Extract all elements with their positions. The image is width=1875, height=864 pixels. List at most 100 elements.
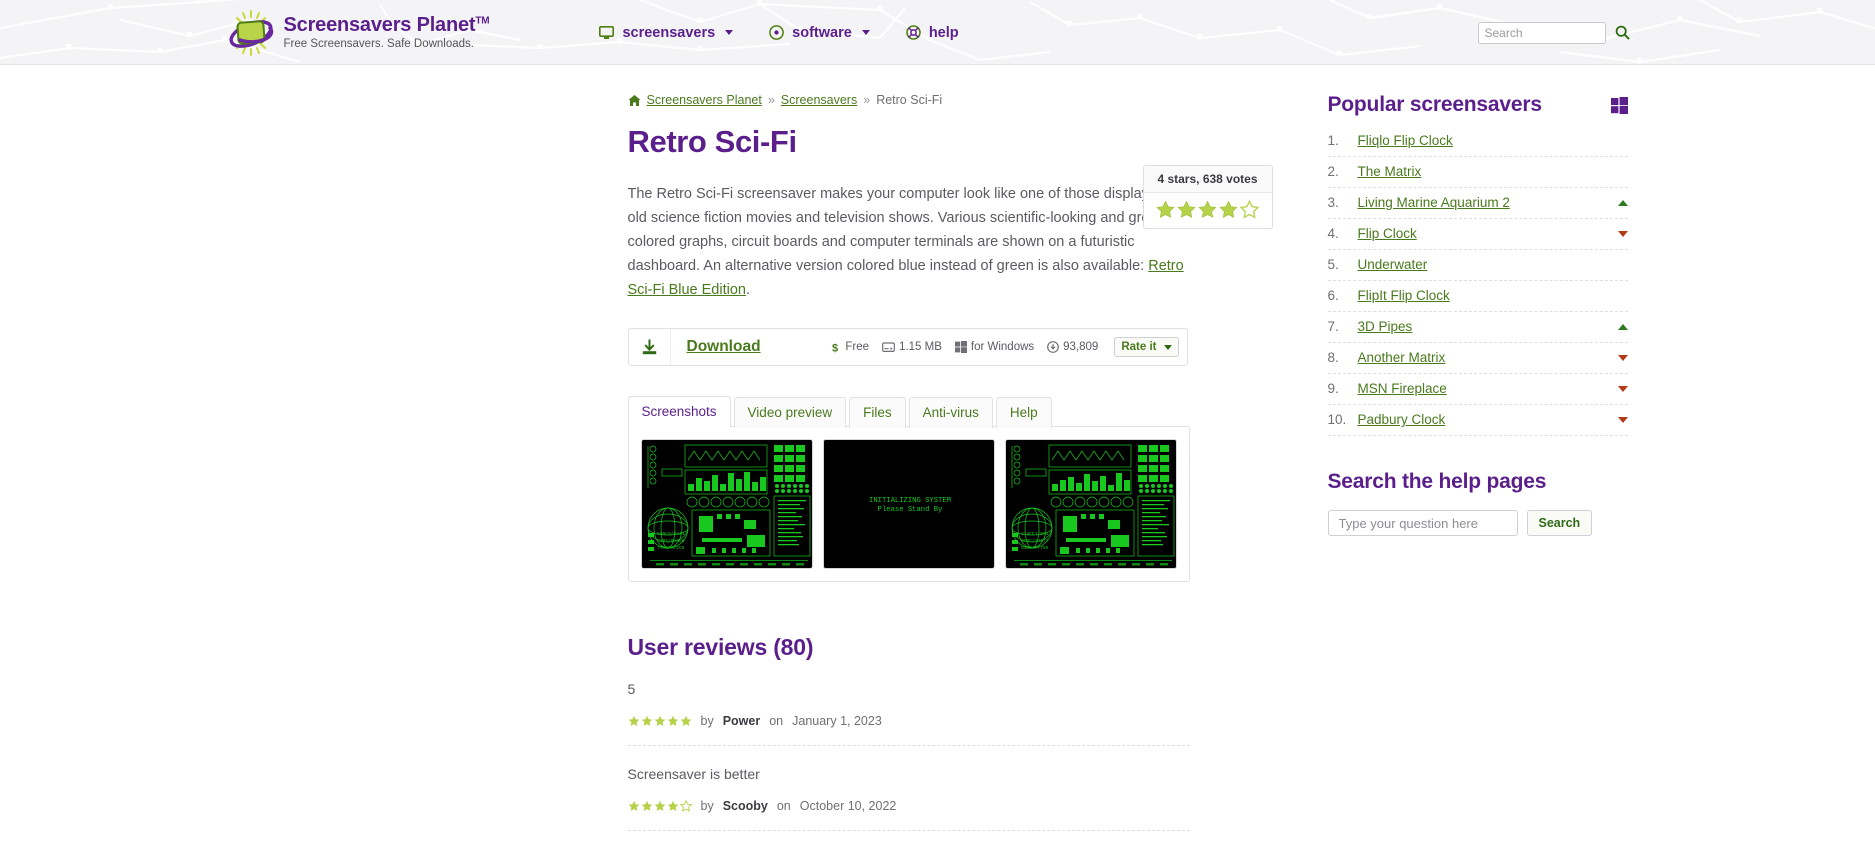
rank-number: 2. [1327,164,1339,179]
screensaver-link[interactable]: MSN Fireplace [1358,381,1447,396]
tab-anti-virus[interactable]: Anti-virus [908,397,993,428]
tab-help[interactable]: Help [995,397,1052,428]
star-filled-icon [641,715,652,726]
list-item[interactable]: 4. Flip Clock [1327,219,1628,250]
nav-item-help[interactable]: help [906,25,959,41]
rank-number: 3. [1327,195,1339,210]
screensaver-link[interactable]: Fliqlo Flip Clock [1358,133,1453,148]
list-item[interactable]: 9. MSN Fireplace [1327,374,1628,405]
home-icon [628,94,640,106]
header-search [1477,21,1630,44]
rating-box: 4 stars, 638 votes [1142,165,1273,229]
list-item[interactable]: 3. Living Marine Aquarium 2 [1327,188,1628,219]
review-date: October 10, 2022 [799,799,897,813]
review-byline: by Power on January 1, 2023 [628,714,1190,728]
tab-video-preview[interactable]: Video preview [733,397,847,428]
svg-text:77A8FA/2C6: 77A8FA/2C6 [657,545,685,551]
popular-screensavers-list: 1. Fliqlo Flip Clock 2. The Matrix 3. Li… [1327,131,1628,436]
screensaver-link[interactable]: Underwater [1358,257,1428,272]
list-item[interactable]: 7. 3D Pipes [1327,312,1628,343]
rank-number: 8. [1327,350,1339,365]
review-by-prefix: by [700,714,714,728]
review-author: Power [722,714,761,728]
rating-summary: 4 stars, 638 votes [1143,166,1272,193]
help-search-title: Search the help pages [1327,470,1547,493]
brand-logo[interactable]: Screensavers PlanetTM Free Screensavers.… [228,9,490,56]
download-bar: Download $ Free 1.15 MB for Windows 93,8… [627,328,1188,366]
review-by-prefix: by [700,799,714,813]
review-author: Scooby [722,799,768,813]
brand-title: Screensavers PlanetTM [283,14,490,37]
help-search-field[interactable] [1327,510,1518,536]
star-filled-icon [667,715,678,726]
trend-up-icon [1617,199,1628,206]
star-filled-icon [641,800,652,811]
screenshot-thumbnail-2[interactable]: INITIALIZING SYSTEM Please Stand By [822,439,995,569]
star-filled-icon [628,715,639,726]
magnifier-icon[interactable] [1615,25,1630,40]
popular-screensavers-header: Popular screensavers [1328,93,1628,117]
breadcrumb-link-screensavers[interactable]: Screensavers [781,93,857,107]
rate-it-label: Rate it [1121,341,1157,353]
star-filled-icon [1198,200,1217,218]
download-count-icon [1047,341,1060,353]
star-empty-icon [1240,200,1259,219]
svg-text:214FE1/801: 214FE1/801 [1021,531,1049,537]
svg-text:AC8C/24277: AC8C/24277 [1021,538,1049,544]
review-byline: by Scooby on October 10, 2022 [628,799,1190,813]
tab-files[interactable]: Files [849,397,906,428]
boot-line-1: INITIALIZING SYSTEM [869,497,951,505]
reviews-heading: User reviews (80) [627,634,814,660]
page-title: Retro Sci-Fi [627,124,798,159]
screensaver-link[interactable]: Flip Clock [1358,226,1417,241]
download-link[interactable]: Download [687,338,761,356]
windows-icon [954,341,967,353]
screenshot-thumbnail-3[interactable]: 214FE1/801 AC8C/24277 91304F/785 [1004,439,1177,569]
list-item[interactable]: 8. Another Matrix [1327,343,1628,374]
review-on-prefix: on [776,799,791,813]
dollar-icon: $ [832,342,838,354]
help-search-button[interactable]: Search [1526,510,1593,536]
list-item[interactable]: 10. Padbury Clock [1327,405,1628,436]
screensaver-link[interactable]: Living Marine Aquarium 2 [1358,195,1510,210]
nav-label: software [792,24,852,41]
search-input[interactable] [1477,21,1606,44]
help-search-form: Search [1327,510,1628,536]
star-filled-icon [628,800,639,811]
meta-price: $ Free [832,341,869,354]
review-on-prefix: on [769,714,784,728]
meta-filesize: 1.15 MB [882,341,942,353]
list-item[interactable]: 2. The Matrix [1327,157,1628,188]
tab-screenshots[interactable]: Screenshots [627,396,731,427]
meta-downloads: 93,809 [1047,341,1098,353]
star-filled-icon [1219,200,1238,218]
tab-list: Screenshots Video preview Files Anti-vir… [627,396,1190,428]
list-item[interactable]: 6. FlipIt Flip Clock [1327,281,1628,312]
screensaver-link[interactable]: FlipIt Flip Clock [1358,288,1450,303]
nav-label: help [928,24,959,41]
screensaver-link[interactable]: Padbury Clock [1358,412,1446,427]
download-icon [642,339,656,355]
screensaver-link[interactable]: 3D Pipes [1358,319,1413,334]
meta-platform-label: for Windows [970,341,1035,353]
nav-item-screensavers[interactable]: screensavers [599,25,734,41]
screensaver-link[interactable]: The Matrix [1358,164,1422,179]
breadcrumb-link-home[interactable]: Screensavers Planet [647,93,762,107]
harddisk-icon [882,342,895,352]
rate-it-dropdown[interactable]: Rate it [1114,337,1179,357]
site-header: Screensavers PlanetTM Free Screensavers.… [0,0,1875,65]
list-item[interactable]: 5. Underwater [1327,250,1628,281]
list-item[interactable]: 1. Fliqlo Flip Clock [1327,131,1628,157]
screensaver-link[interactable]: Another Matrix [1358,350,1446,365]
main-navigation: screensavers software help [599,25,959,41]
help-search-input[interactable] [1336,514,1517,532]
meta-downloads-label: 93,809 [1063,341,1099,353]
nav-item-software[interactable]: software [769,25,870,41]
download-metadata: $ Free 1.15 MB for Windows 93,809 Rate i… [832,337,1186,357]
rating-star-row[interactable] [1144,193,1272,228]
lifebuoy-icon [906,25,921,40]
svg-text:$: $ [832,342,838,354]
screenshot-thumbnail-1[interactable]: 589C0/8341 C385/0AA66 77A8FA/2C6 [640,439,813,569]
star-filled-icon [680,715,691,726]
brand-tagline: Free Screensavers. Safe Downloads. [283,38,474,51]
